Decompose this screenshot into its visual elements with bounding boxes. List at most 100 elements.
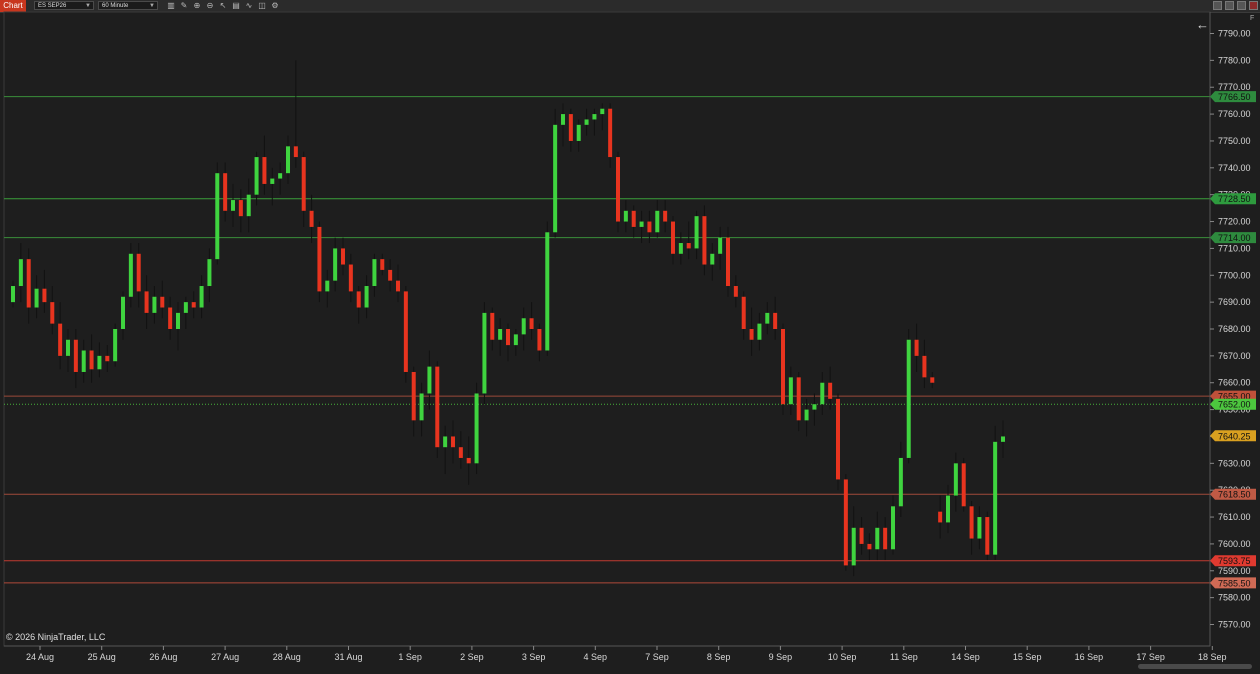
candle-body bbox=[553, 124, 558, 233]
time-tick-label: 10 Sep bbox=[828, 652, 857, 662]
candle-body bbox=[238, 200, 243, 217]
candle-body bbox=[105, 355, 110, 362]
candle-body bbox=[537, 329, 542, 351]
candle-body bbox=[262, 157, 267, 184]
f-marker: F bbox=[1250, 15, 1255, 22]
price-axis[interactable]: 7570.007580.007590.007600.007610.007620.… bbox=[1209, 12, 1251, 646]
candle-body bbox=[11, 286, 15, 303]
candle-body bbox=[663, 210, 668, 222]
candle-body bbox=[733, 286, 738, 297]
candle-body bbox=[380, 259, 385, 270]
candle-body bbox=[223, 173, 228, 211]
candle-body bbox=[309, 210, 314, 227]
candle-body bbox=[836, 398, 840, 480]
candle-body bbox=[796, 377, 801, 421]
candle-body bbox=[286, 146, 290, 174]
candle-body bbox=[930, 377, 935, 383]
time-tick-label: 27 Aug bbox=[211, 652, 239, 662]
candle-body bbox=[128, 253, 133, 297]
time-tick-label: 31 Aug bbox=[334, 652, 362, 662]
candle-body bbox=[757, 323, 762, 340]
price-tick-label: 7590.00 bbox=[1218, 566, 1251, 576]
candle-body bbox=[631, 210, 636, 227]
candle-body bbox=[73, 339, 78, 372]
candle-body bbox=[474, 393, 479, 464]
candle-body bbox=[993, 441, 998, 555]
candle-body bbox=[443, 436, 448, 448]
candle-body bbox=[341, 248, 345, 265]
candle-body bbox=[458, 447, 463, 458]
candle-body bbox=[113, 329, 118, 362]
candle-body bbox=[50, 302, 55, 324]
candle-body bbox=[427, 366, 432, 394]
candle-body bbox=[616, 157, 620, 222]
level-badge-4-label: 7652.00 bbox=[1218, 400, 1251, 410]
candle-body bbox=[608, 108, 613, 158]
candle-body bbox=[773, 312, 778, 329]
candle-body bbox=[749, 329, 754, 340]
candle-body bbox=[726, 237, 730, 287]
candle-body bbox=[718, 237, 723, 254]
candle-body bbox=[891, 506, 895, 550]
level-badge-2-label: 7714.00 bbox=[1218, 233, 1251, 243]
price-tick-label: 7770.00 bbox=[1218, 82, 1251, 92]
price-tick-label: 7690.00 bbox=[1218, 297, 1251, 307]
candle-body bbox=[906, 339, 911, 458]
time-tick-label: 24 Aug bbox=[26, 652, 54, 662]
price-chart[interactable]: 7570.007580.007590.007600.007610.007620.… bbox=[0, 0, 1260, 674]
candle-body bbox=[694, 216, 699, 249]
candle-body bbox=[506, 329, 510, 346]
price-tick-label: 7710.00 bbox=[1218, 243, 1251, 253]
candle-body bbox=[513, 334, 518, 346]
candle-body bbox=[136, 253, 141, 292]
time-tick-label: 9 Sep bbox=[769, 652, 793, 662]
price-tick-label: 7660.00 bbox=[1218, 378, 1251, 388]
candle-body bbox=[639, 221, 644, 227]
candle-body bbox=[781, 329, 785, 405]
candle-body bbox=[600, 108, 605, 115]
candle-body bbox=[875, 527, 880, 550]
candle-body bbox=[922, 355, 927, 378]
price-tick-label: 7570.00 bbox=[1218, 620, 1251, 630]
price-tick-label: 7790.00 bbox=[1218, 28, 1251, 38]
candle-body bbox=[26, 259, 31, 308]
candle-body bbox=[584, 119, 589, 125]
price-tick-label: 7610.00 bbox=[1218, 512, 1251, 522]
candle-body bbox=[568, 114, 573, 141]
candle-body bbox=[898, 457, 903, 507]
candle-body bbox=[42, 288, 47, 303]
candle-body bbox=[883, 527, 888, 550]
candle-body bbox=[946, 495, 950, 523]
candle-body bbox=[498, 329, 503, 340]
candle-body bbox=[812, 404, 817, 410]
candle-body bbox=[521, 318, 526, 335]
candle-body bbox=[859, 527, 864, 544]
time-tick-label: 4 Sep bbox=[584, 652, 608, 662]
time-tick-label: 28 Aug bbox=[273, 652, 301, 662]
candle-body bbox=[293, 146, 298, 158]
candle-body bbox=[66, 339, 70, 356]
horizontal-scrollbar[interactable] bbox=[1138, 664, 1252, 669]
candle-body bbox=[403, 291, 408, 372]
time-tick-label: 16 Sep bbox=[1075, 652, 1104, 662]
candle-body bbox=[81, 350, 86, 372]
plot-area bbox=[3, 11, 1211, 647]
candle-body bbox=[270, 178, 275, 184]
price-tick-label: 7630.00 bbox=[1218, 458, 1251, 468]
candle-body bbox=[592, 114, 597, 120]
candle-body bbox=[121, 296, 125, 329]
candle-body bbox=[372, 259, 377, 287]
candle-body bbox=[356, 291, 361, 308]
candle-body bbox=[914, 339, 919, 356]
candle-body bbox=[18, 259, 23, 287]
time-tick-label: 2 Sep bbox=[460, 652, 484, 662]
candle-body bbox=[482, 312, 487, 394]
time-axis[interactable]: 24 Aug 25 Aug 26 Aug 27 Aug 28 Aug 31 Aug 1 Se… bbox=[4, 645, 1227, 662]
candle-body bbox=[301, 157, 306, 211]
level-badge-0-label: 7766.50 bbox=[1218, 92, 1251, 102]
candle-body bbox=[215, 173, 220, 260]
level-badge-7-label: 7585.50 bbox=[1218, 578, 1251, 588]
arrow-left-icon[interactable]: ← bbox=[1196, 17, 1209, 32]
candle-body bbox=[388, 269, 393, 281]
candle-body bbox=[419, 393, 424, 421]
